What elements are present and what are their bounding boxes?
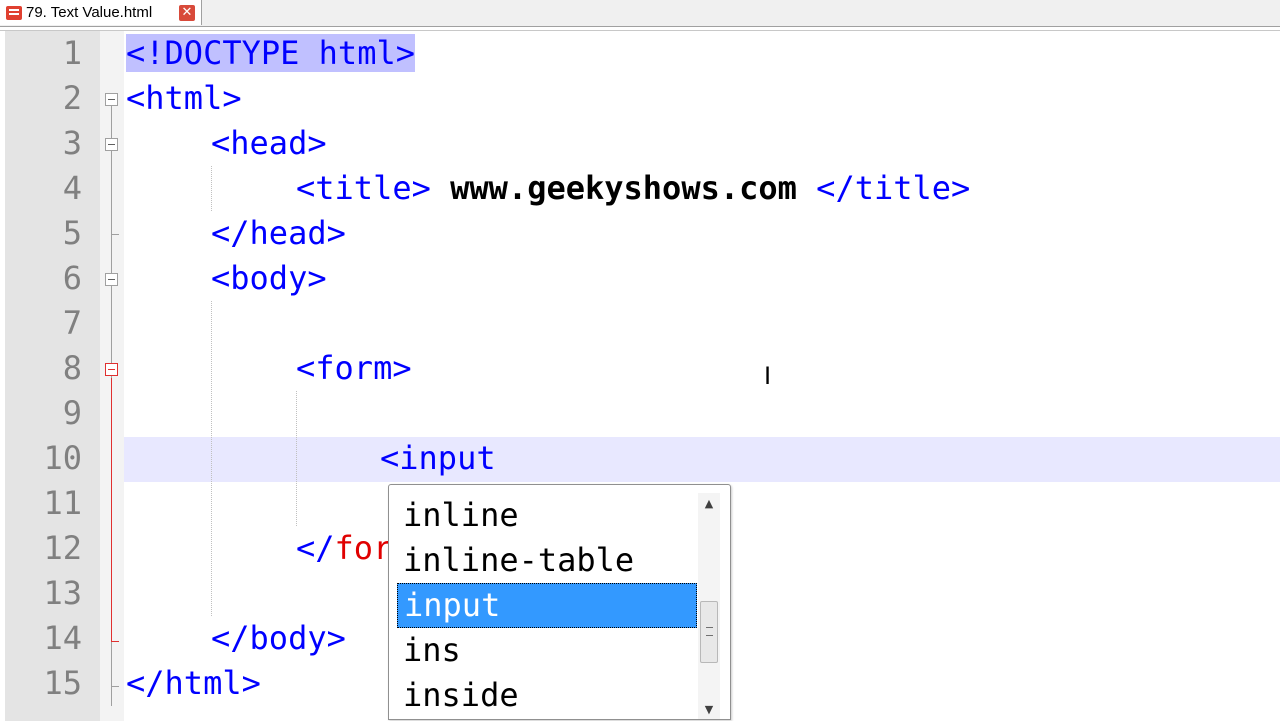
code-line-form-close: </for [296,526,392,571]
title-open-tag: <title> [296,169,431,207]
tab-label: 79. Text Value.html [26,4,153,21]
line-number: 3 [62,124,82,162]
code-line: <head> [211,124,327,162]
code-line: <html> [126,79,242,117]
line-number: 1 [62,34,82,72]
code-line-doctype: <!DOCTYPE html> [126,31,415,76]
line-number: 5 [62,214,82,252]
line-number: 2 [62,79,82,117]
close-icon[interactable]: ✕ [179,4,195,21]
title-text: www.geekyshows.com [430,169,817,207]
autocomplete-list[interactable]: inline inline-table input ins inside [397,493,697,718]
autocomplete-scrollbar[interactable]: ▲ ▼ [698,493,720,719]
form-close-partial: for [334,529,393,567]
line-number: 10 [43,439,82,477]
code-line: </html> [126,664,261,702]
selected-text: <!DOCTYPE html> [126,34,415,72]
line-number: 4 [62,169,82,207]
line-number: 14 [43,619,82,657]
autocomplete-item[interactable]: inside [397,673,697,718]
code-line-title: <title> www.geekyshows.com </title> [296,166,970,211]
line-number: 12 [43,529,82,567]
line-number: 13 [43,574,82,612]
line-number: 9 [62,394,82,432]
tab-text-value-html[interactable]: 79. Text Value.html ✕ [0,0,202,25]
scroll-up-icon[interactable]: ▲ [698,495,720,513]
scrollbar-thumb[interactable] [700,601,718,663]
title-close-tag: </title> [816,169,971,207]
autocomplete-popup[interactable]: inline inline-table input ins inside ▲ ▼ [388,484,731,720]
autocomplete-item[interactable]: inline [397,493,697,538]
scroll-down-icon[interactable]: ▼ [698,701,720,719]
code-line: </head> [211,214,346,252]
line-number: 7 [62,304,82,342]
autocomplete-item[interactable]: inline-table [397,538,697,583]
line-number: 11 [43,484,82,522]
code-line: </body> [211,619,346,657]
code-line-current: <input [380,439,496,477]
text-cursor-icon: I [764,362,772,390]
code-line: <body> [211,259,327,297]
line-number: 8 [62,349,82,387]
line-number: 15 [43,664,82,702]
code-line: <form> [296,349,412,387]
autocomplete-item[interactable]: ins [397,628,697,673]
form-close-bracket: </ [296,529,335,567]
autocomplete-item-selected[interactable]: input [397,583,697,628]
html-file-icon [6,5,22,20]
tab-bar: 79. Text Value.html ✕ [0,0,1280,27]
line-number: 6 [62,259,82,297]
